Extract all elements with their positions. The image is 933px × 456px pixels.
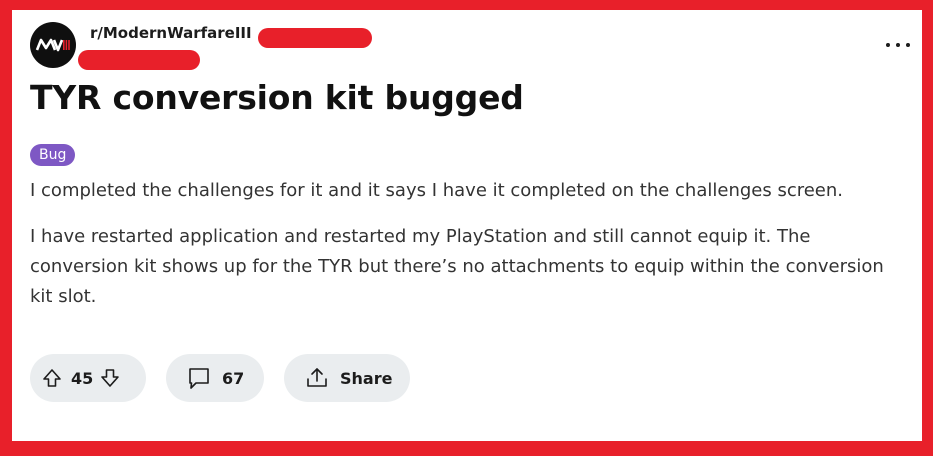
post-card: r/ModernWarfareIII TYR conversion kit bu… (12, 10, 922, 441)
more-options-icon[interactable] (886, 36, 910, 54)
upvote-count: 45 (71, 368, 94, 388)
post-flair[interactable]: Bug (30, 144, 76, 166)
post-body: I completed the challenges for it and it… (30, 176, 910, 328)
comment-icon (186, 365, 212, 391)
body-paragraph: I completed the challenges for it and it… (30, 180, 844, 201)
subreddit-avatar[interactable] (30, 22, 76, 68)
downvote-icon[interactable] (99, 367, 121, 389)
redacted-region (78, 50, 200, 70)
mw3-logo-icon (35, 38, 70, 52)
subreddit-name[interactable]: r/ModernWarfareIII (90, 24, 252, 42)
share-label: Share (340, 368, 393, 388)
comments-button[interactable]: 67 (166, 354, 264, 402)
redacted-region (258, 28, 372, 48)
post-title[interactable]: TYR conversion kit bugged (30, 78, 524, 117)
share-button[interactable]: Share (284, 354, 410, 402)
comment-count: 67 (222, 368, 245, 388)
body-paragraph: I have restarted application and restart… (30, 226, 884, 307)
upvote-icon[interactable] (41, 367, 63, 389)
share-icon (304, 365, 330, 391)
vote-control: 45 (30, 354, 146, 402)
